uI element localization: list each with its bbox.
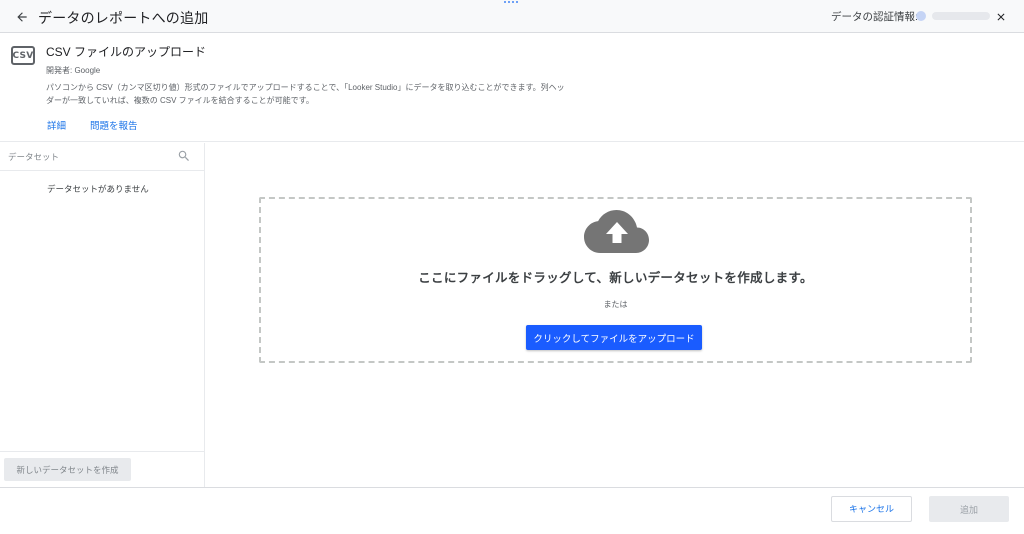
credentials-label: データの認証情報: bbox=[831, 11, 918, 23]
connector-info: CSV CSV ファイルのアップロード 開発者: Google パソコンから C… bbox=[0, 33, 1024, 142]
drag-handle[interactable] bbox=[504, 1, 520, 5]
arrow-left-icon bbox=[17, 12, 27, 22]
dataset-search bbox=[0, 143, 204, 171]
back-button[interactable] bbox=[11, 6, 33, 28]
credentials-account[interactable] bbox=[916, 8, 992, 24]
drop-instruction: ここにファイルをドラッグして、新しいデータセットを作成します。 bbox=[418, 271, 813, 285]
connector-title: CSV ファイルのアップロード bbox=[46, 45, 207, 59]
account-avatar bbox=[916, 11, 926, 21]
new-dataset-button[interactable]: 新しいデータセットを作成 bbox=[4, 458, 131, 481]
details-link[interactable]: 詳細 bbox=[47, 118, 66, 132]
csv-file-icon: CSV bbox=[11, 46, 35, 65]
add-button[interactable]: 追加 bbox=[929, 496, 1009, 522]
cancel-button[interactable]: キャンセル bbox=[831, 496, 912, 522]
connector-description: パソコンから CSV（カンマ区切り値）形式のファイルでアップロードすることで、「… bbox=[46, 83, 565, 105]
dialog-header: データのレポートへの追加 データの認証情報: bbox=[0, 0, 1024, 33]
upload-file-button[interactable]: クリックしてファイルをアップロード bbox=[526, 325, 702, 350]
dataset-sidebar: データセットがありません 新しいデータセットを作成 bbox=[0, 143, 205, 487]
drop-or-text: または bbox=[603, 300, 628, 309]
sidebar-footer: 新しいデータセットを作成 bbox=[0, 451, 204, 487]
close-icon bbox=[997, 13, 1005, 21]
cloud-upload-icon bbox=[584, 210, 649, 253]
dataset-search-input[interactable] bbox=[8, 149, 168, 165]
account-name-redacted bbox=[932, 12, 990, 20]
dialog-title: データのレポートへの追加 bbox=[38, 10, 209, 26]
close-button[interactable] bbox=[991, 7, 1011, 27]
file-drop-zone[interactable]: ここにファイルをドラッグして、新しいデータセットを作成します。 または クリック… bbox=[259, 197, 972, 363]
empty-dataset-message: データセットがありません bbox=[47, 184, 149, 194]
connector-developer: 開発者: Google bbox=[46, 66, 101, 75]
dialog-footer: キャンセル 追加 bbox=[0, 487, 1024, 534]
search-icon[interactable] bbox=[177, 149, 191, 163]
report-issue-link[interactable]: 問題を報告 bbox=[90, 118, 138, 132]
